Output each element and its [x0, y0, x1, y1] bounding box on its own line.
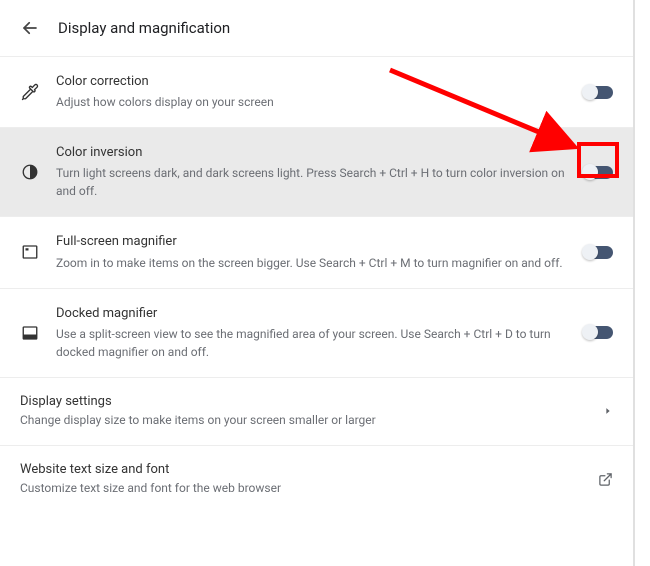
external-link-icon: [598, 472, 613, 487]
color-correction-toggle[interactable]: [583, 86, 613, 99]
eyedropper-icon: [20, 83, 40, 101]
docked-magnifier-toggle[interactable]: [583, 326, 613, 339]
row-title: Website text size and font: [20, 462, 586, 477]
row-title: Full-screen magnifier: [56, 233, 567, 251]
link-website-text[interactable]: Website text size and font Customize tex…: [0, 445, 633, 513]
row-color-inversion[interactable]: Color inversion Turn light screens dark,…: [0, 127, 633, 216]
row-text: Website text size and font Customize tex…: [20, 462, 586, 497]
row-color-correction[interactable]: Color correction Adjust how colors displ…: [0, 56, 633, 127]
row-desc: Adjust how colors display on your screen: [56, 93, 567, 111]
row-desc: Customize text size and font for the web…: [20, 479, 586, 497]
row-desc: Change display size to make items on you…: [20, 411, 591, 429]
arrow-left-icon: [21, 19, 39, 37]
row-text: Display settings Change display size to …: [20, 394, 591, 429]
row-text: Color correction Adjust how colors displ…: [56, 73, 567, 111]
back-button[interactable]: [20, 18, 40, 38]
chevron-right-icon: [603, 406, 613, 416]
page-header: Display and magnification: [0, 0, 633, 56]
row-title: Color correction: [56, 73, 567, 91]
contrast-icon: [20, 163, 40, 181]
row-text: Docked magnifier Use a split-screen view…: [56, 305, 567, 361]
link-display-settings[interactable]: Display settings Change display size to …: [0, 377, 633, 445]
row-title: Display settings: [20, 394, 591, 409]
page-title: Display and magnification: [58, 19, 230, 37]
row-fullscreen-magnifier[interactable]: Full-screen magnifier Zoom in to make it…: [0, 216, 633, 287]
row-text: Color inversion Turn light screens dark,…: [56, 144, 567, 200]
settings-page: Display and magnification Color correcti…: [0, 0, 635, 566]
row-text: Full-screen magnifier Zoom in to make it…: [56, 233, 567, 271]
row-title: Color inversion: [56, 144, 567, 162]
row-desc: Use a split-screen view to see the magni…: [56, 325, 567, 361]
row-desc: Turn light screens dark, and dark screen…: [56, 164, 567, 200]
fullscreen-magnifier-toggle[interactable]: [583, 246, 613, 259]
row-desc: Zoom in to make items on the screen bigg…: [56, 254, 567, 272]
row-title: Docked magnifier: [56, 305, 567, 323]
docked-icon: [20, 324, 40, 342]
row-docked-magnifier[interactable]: Docked magnifier Use a split-screen view…: [0, 288, 633, 377]
fullscreen-icon: [20, 243, 40, 261]
color-inversion-toggle[interactable]: [583, 166, 613, 179]
